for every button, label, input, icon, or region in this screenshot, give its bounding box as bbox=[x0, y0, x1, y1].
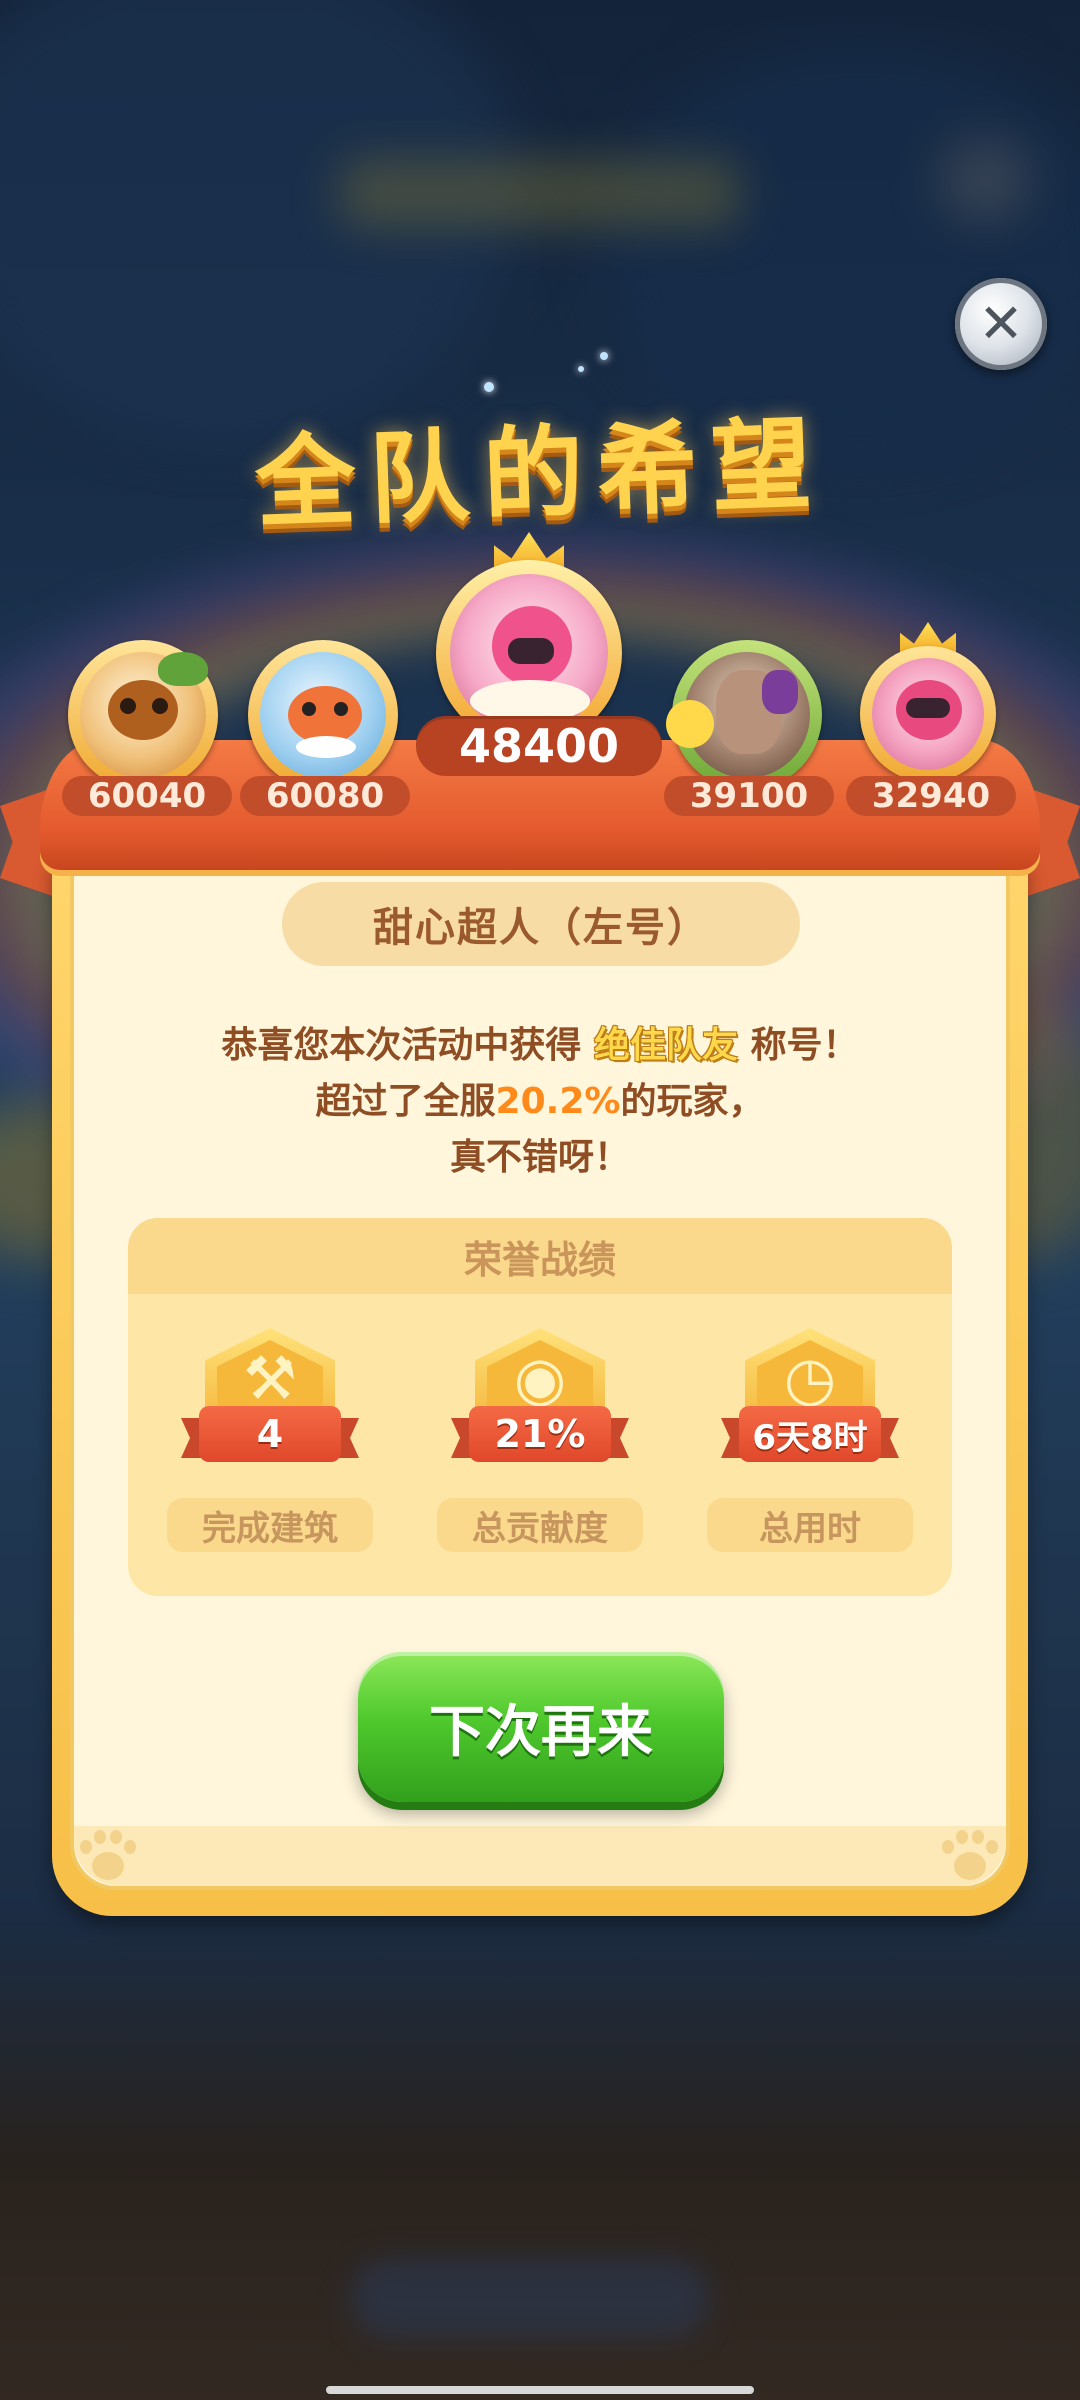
paw-icon bbox=[940, 1830, 1000, 1886]
honor-record-box: 荣誉战绩 ⚒ 4 完成建筑 ◉ 21% 总贡献度 ◷ 6天8时 总用时 bbox=[128, 1218, 952, 1596]
congrats-prefix: 恭喜您本次活动中获得 bbox=[221, 1025, 582, 1066]
congrats-suffix: 称号！ bbox=[750, 1025, 859, 1066]
close-icon: ✕ bbox=[978, 292, 1024, 355]
paw-icon bbox=[78, 1830, 138, 1886]
rank-percent: 20.2% bbox=[495, 1081, 621, 1122]
raccoon-character-icon bbox=[108, 680, 178, 740]
medal-icon: ◉ bbox=[513, 1344, 567, 1414]
member-score: 60040 bbox=[62, 776, 232, 816]
home-indicator[interactable] bbox=[326, 2386, 754, 2394]
contribution-value-ribbon: 21% bbox=[451, 1406, 629, 1464]
time-value: 6天8时 bbox=[739, 1406, 881, 1462]
member-score: 32940 bbox=[846, 776, 1016, 816]
shovel-icon: ⚒ bbox=[243, 1344, 297, 1414]
team-member-avatar[interactable] bbox=[68, 640, 218, 790]
team-member-avatar[interactable] bbox=[248, 640, 398, 790]
clock-icon: ◷ bbox=[783, 1344, 837, 1414]
team-member-avatar[interactable] bbox=[666, 640, 822, 790]
award-title: 绝佳队友 bbox=[593, 1025, 738, 1066]
next-time-button[interactable]: 下次再来 bbox=[358, 1652, 724, 1802]
close-button[interactable]: ✕ bbox=[955, 278, 1047, 370]
congrats-line-1: 恭喜您本次活动中获得 绝佳队友 称号！ bbox=[100, 1016, 980, 1068]
buildings-label: 完成建筑 bbox=[167, 1498, 373, 1552]
buildings-value: 4 bbox=[199, 1406, 341, 1462]
honor-title: 荣誉战绩 bbox=[463, 1237, 616, 1282]
sparkle-decoration bbox=[484, 382, 494, 392]
captain-score: 48400 bbox=[416, 716, 662, 776]
rank-prefix: 超过了全服 bbox=[315, 1081, 496, 1122]
buildings-value-ribbon: 4 bbox=[181, 1406, 359, 1464]
congrats-line-3: 真不错呀！ bbox=[449, 1137, 630, 1178]
contribution-value: 21% bbox=[469, 1406, 611, 1462]
sparkle-decoration bbox=[600, 352, 608, 360]
time-label: 总用时 bbox=[707, 1498, 913, 1552]
rank-suffix: 的玩家， bbox=[620, 1081, 765, 1122]
member-score: 39100 bbox=[664, 776, 834, 816]
contribution-label: 总贡献度 bbox=[437, 1498, 643, 1552]
time-value-ribbon: 6天8时 bbox=[721, 1406, 899, 1464]
team-member-avatar[interactable] bbox=[860, 622, 996, 782]
congrats-line-2: 超过了全服20.2%的玩家， bbox=[100, 1072, 980, 1124]
player-name-label: 甜心超人（左号） bbox=[282, 882, 800, 966]
sparkle-decoration bbox=[578, 366, 584, 372]
member-score: 60080 bbox=[240, 776, 410, 816]
